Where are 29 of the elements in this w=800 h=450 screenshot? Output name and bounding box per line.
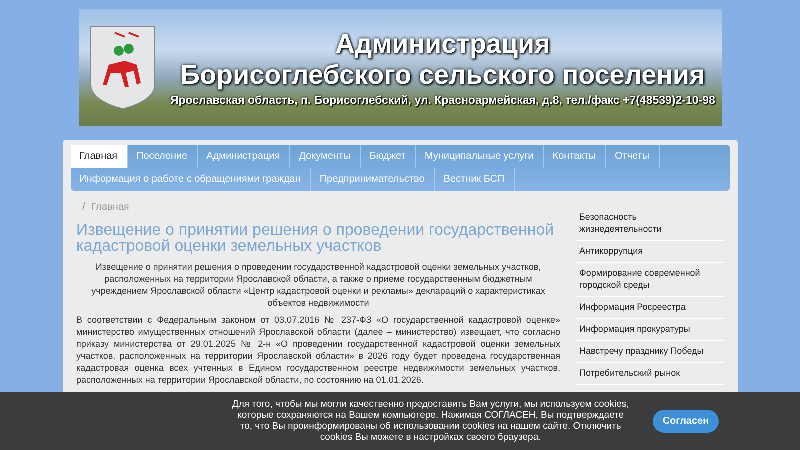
nav-tab[interactable]: Муниципальные услуги xyxy=(416,145,544,168)
site-subtitle: Борисоглебского сельского поселения xyxy=(180,60,706,90)
nav-tab[interactable]: Контакты xyxy=(544,145,606,168)
breadcrumb-item: Главная xyxy=(91,202,130,215)
sidebar-link[interactable]: Безопасность жизнедеятельности xyxy=(574,207,724,241)
nav-tab[interactable]: Предпринимательство xyxy=(310,168,435,191)
nav-tab[interactable]: Документы xyxy=(290,145,361,168)
cookie-notice-text: Для того, чтобы мы могли качественно предоставить Вам услуги, мы используем cookies, которые сохраняются на Вашем компьютере. Нажимая СОГЛАСЕН, Вы подтверждаете то, что Вы проинформированы об использовании cookies на нашем сайте. Отключить cookies Вы можете в настройках своего браузера. xyxy=(231,399,630,443)
nav-tab[interactable]: Отчеты xyxy=(606,145,660,168)
contact-address: Ярославская область, п. Борисоглебский, ул. Красноармейская, д.8, тел./факс +7(48539)2-10-98 xyxy=(170,94,716,106)
nav-tab[interactable]: Администрация xyxy=(198,145,290,168)
nav-tab[interactable]: Информация о работе с обращениями граждан xyxy=(70,168,311,191)
nav-tab[interactable]: Главная xyxy=(70,145,128,168)
nav-tab[interactable]: Бюджет xyxy=(360,145,416,168)
article-title: Извещение о принятии решения о проведении государственной кадастровой оценки земельных участков xyxy=(76,223,556,255)
site-title: Администрация xyxy=(336,28,550,60)
breadcrumb-separator: / xyxy=(82,202,86,215)
sidebar-link[interactable]: Антикоррупция xyxy=(574,241,724,263)
sidebar-link[interactable]: Формирование современной городской среды xyxy=(574,263,724,297)
sidebar-link[interactable]: Информация прокуратуры xyxy=(574,319,724,341)
sidebar-link[interactable]: Информация Росреестра xyxy=(574,297,724,319)
coat-of-arms-icon xyxy=(88,24,156,110)
agree-button[interactable]: Согласен xyxy=(652,410,720,432)
sidebar-link[interactable]: Потребительский рынок xyxy=(574,363,724,385)
article-body: В соответствии с Федеральным законом от 03.07.2016 № 237-ФЗ «О государственной кадастровой оценке» министерство имущественных отношений Ярославской области (далее – министерство) извещает, что согласно приказу министерства от 29.01.2025 № 2-н «О проведении государственной кадастровой оценки земельных участков, расположенных на территории Ярославской области» в 2026 году будет проведена государственная кадастровая оценка всех учтенных в Едином государственном реестре недвижимости земельных участков, расположенных на территории Ярославской области, по состоянию на 01.01.2026. xyxy=(76,314,560,386)
article-lead: Извещение о принятии решения о проведении государственной кадастровой оценки земельных участков, расположенных на территории Ярославской области, а также о приеме государственным бюджетным учреждением Ярославской области «Центр кадастровой оценки и рекламы» деклараций о характеристиках объектов недвижимости xyxy=(90,261,546,309)
nav-tab[interactable]: Поселение xyxy=(128,145,198,168)
sidebar-link[interactable]: Навстречу празднику Победы xyxy=(574,341,724,363)
nav-tab[interactable]: Вестник БСП xyxy=(434,168,515,191)
